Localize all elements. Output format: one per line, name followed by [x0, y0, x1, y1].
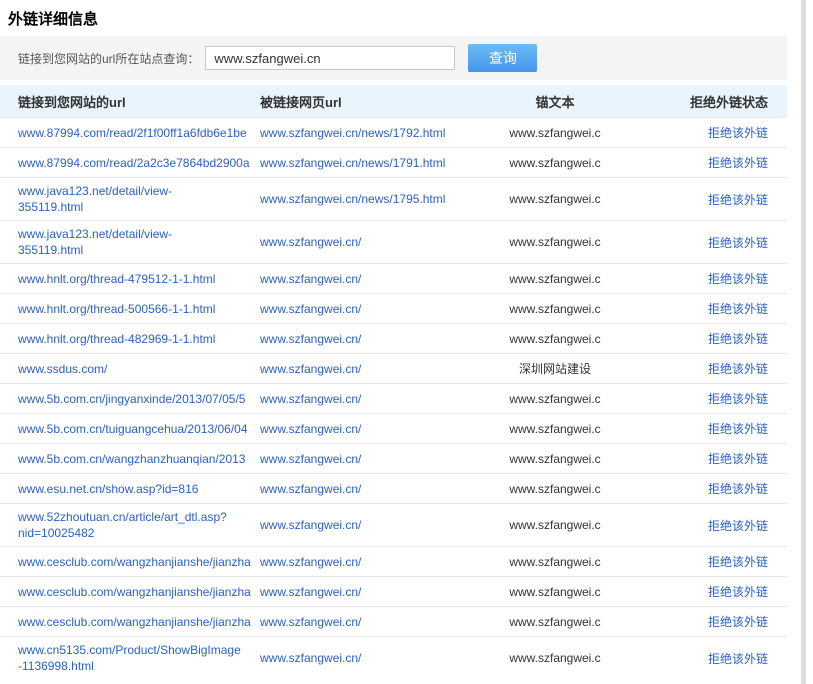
table-row: www.5b.com.cn/jingyanxinde/2013/07/05/5 …	[0, 383, 787, 413]
table-row: www.esu.net.cn/show.asp?id=816 www.szfan…	[0, 473, 787, 503]
target-url-link[interactable]: www.szfangwei.cn/	[260, 272, 361, 286]
reject-link[interactable]: 拒绝该外链	[708, 362, 768, 376]
source-url-link[interactable]: www.java123.net/detail/view- 355119.html	[18, 183, 250, 215]
anchor-text: www.szfangwei.c	[465, 327, 645, 351]
external-links-page: 外链详细信息 链接到您网站的url所在站点查询： 查询 链接到您网站的url 被…	[0, 0, 813, 684]
page-title: 外链详细信息	[0, 0, 787, 36]
table-row: www.java123.net/detail/view- 355119.html…	[0, 177, 787, 220]
table-row: www.hnlt.org/thread-479512-1-1.html www.…	[0, 263, 787, 293]
target-url-link[interactable]: www.szfangwei.cn/news/1791.html	[260, 156, 445, 170]
target-url-link[interactable]: www.szfangwei.cn/	[260, 585, 361, 599]
table-row: www.cesclub.com/wangzhanjianshe/jianzha …	[0, 576, 787, 606]
target-url-link[interactable]: www.szfangwei.cn/	[260, 302, 361, 316]
reject-link[interactable]: 拒绝该外链	[708, 652, 768, 666]
table-row: www.cesclub.com/wangzhanjianshe/jianzha …	[0, 606, 787, 636]
target-url-link[interactable]: www.szfangwei.cn/	[260, 422, 361, 436]
source-url-link[interactable]: www.5b.com.cn/jingyanxinde/2013/07/05/5	[18, 391, 250, 407]
table-row: www.java123.net/detail/view- 355119.html…	[0, 220, 787, 263]
source-url-link[interactable]: www.52zhoutuan.cn/article/art_dtl.asp? n…	[18, 509, 250, 541]
anchor-text: www.szfangwei.c	[465, 513, 645, 537]
source-url-link[interactable]: www.hnlt.org/thread-482969-1-1.html	[18, 331, 250, 347]
anchor-text: www.szfangwei.c	[465, 447, 645, 471]
anchor-text: www.szfangwei.c	[465, 230, 645, 254]
source-url-link[interactable]: www.87994.com/read/2f1f00ff1a6fdb6e1be	[18, 125, 250, 141]
anchor-text: www.szfangwei.c	[465, 610, 645, 634]
source-url-link[interactable]: www.java123.net/detail/view- 355119.html	[18, 226, 250, 258]
reject-link[interactable]: 拒绝该外链	[708, 332, 768, 346]
source-url-link[interactable]: www.cesclub.com/wangzhanjianshe/jianzha	[18, 614, 250, 630]
reject-link[interactable]: 拒绝该外链	[708, 452, 768, 466]
anchor-text: www.szfangwei.c	[465, 417, 645, 441]
reject-link[interactable]: 拒绝该外链	[708, 392, 768, 406]
table-row: www.cn5135.com/Product/ShowBigImage -113…	[0, 636, 787, 679]
target-url-link[interactable]: www.szfangwei.cn/	[260, 362, 361, 376]
target-url-link[interactable]: www.szfangwei.cn/	[260, 555, 361, 569]
reject-link[interactable]: 拒绝该外链	[708, 615, 768, 629]
table-row: www.87994.com/read/2a2c3e7864bd2900a www…	[0, 147, 787, 177]
anchor-text: www.szfangwei.c	[465, 151, 645, 175]
header-anchor-text: 锚文本	[465, 92, 645, 111]
reject-link[interactable]: 拒绝该外链	[708, 555, 768, 569]
target-url-link[interactable]: www.szfangwei.cn/	[260, 615, 361, 629]
header-target-url: 被链接网页url	[260, 92, 465, 111]
table-row: www.ssdus.com/ www.szfangwei.cn/ 深圳网站建设 …	[0, 353, 787, 383]
source-url-link[interactable]: www.87994.com/read/2a2c3e7864bd2900a	[18, 155, 250, 171]
table-header-row: 链接到您网站的url 被链接网页url 锚文本 拒绝外链状态	[0, 85, 787, 117]
site-query-input[interactable]	[205, 46, 455, 70]
reject-link[interactable]: 拒绝该外链	[708, 422, 768, 436]
reject-link[interactable]: 拒绝该外链	[708, 126, 768, 140]
source-url-link[interactable]: www.cn5135.com/Product/ShowBigImage -113…	[18, 642, 250, 674]
table-row: www.87994.com/read/2f1f00ff1a6fdb6e1be w…	[0, 117, 787, 147]
reject-link[interactable]: 拒绝该外链	[708, 519, 768, 533]
anchor-text: www.szfangwei.c	[465, 580, 645, 604]
anchor-text: www.szfangwei.c	[465, 187, 645, 211]
table-row: www.cesclub.com/wangzhanjianshe/jianzha …	[0, 546, 787, 576]
site-query-bar: 链接到您网站的url所在站点查询： 查询	[0, 36, 787, 80]
source-url-link[interactable]: www.cesclub.com/wangzhanjianshe/jianzha	[18, 554, 250, 570]
target-url-link[interactable]: www.szfangwei.cn/	[260, 332, 361, 346]
target-url-link[interactable]: www.szfangwei.cn/	[260, 235, 361, 249]
table-row: www.hnlt.org/thread-482969-1-1.html www.…	[0, 323, 787, 353]
target-url-link[interactable]: www.szfangwei.cn/news/1795.html	[260, 192, 445, 206]
source-url-link[interactable]: www.hnlt.org/thread-500566-1-1.html	[18, 301, 250, 317]
reject-link[interactable]: 拒绝该外链	[708, 585, 768, 599]
source-url-link[interactable]: www.esu.net.cn/show.asp?id=816	[18, 481, 250, 497]
target-url-link[interactable]: www.szfangwei.cn/	[260, 452, 361, 466]
site-query-label: 链接到您网站的url所在站点查询：	[18, 50, 199, 67]
target-url-link[interactable]: www.szfangwei.cn/news/1792.html	[260, 126, 445, 140]
table-row: www.5b.com.cn/tuiguangcehua/2013/06/04 w…	[0, 413, 787, 443]
reject-link[interactable]: 拒绝该外链	[708, 482, 768, 496]
vertical-scrollbar[interactable]	[801, 0, 806, 684]
anchor-text: www.szfangwei.c	[465, 297, 645, 321]
anchor-text: www.szfangwei.c	[465, 121, 645, 145]
reject-link[interactable]: 拒绝该外链	[708, 193, 768, 207]
anchor-text: www.szfangwei.c	[465, 387, 645, 411]
table-row: www.hnlt.org/thread-500566-1-1.html www.…	[0, 293, 787, 323]
external-links-table: 链接到您网站的url 被链接网页url 锚文本 拒绝外链状态 www.87994…	[0, 85, 787, 679]
header-source-url: 链接到您网站的url	[18, 92, 260, 111]
anchor-text: www.szfangwei.c	[465, 477, 645, 501]
target-url-link[interactable]: www.szfangwei.cn/	[260, 518, 361, 532]
source-url-link[interactable]: www.ssdus.com/	[18, 361, 250, 377]
source-url-link[interactable]: www.5b.com.cn/wangzhanzhuanqian/2013	[18, 451, 250, 467]
anchor-text: 深圳网站建设	[465, 355, 645, 382]
source-url-link[interactable]: www.hnlt.org/thread-479512-1-1.html	[18, 271, 250, 287]
anchor-text: www.szfangwei.c	[465, 646, 645, 670]
query-button[interactable]: 查询	[468, 44, 537, 72]
table-row: www.52zhoutuan.cn/article/art_dtl.asp? n…	[0, 503, 787, 546]
header-reject-status: 拒绝外链状态	[645, 92, 768, 111]
table-row: www.5b.com.cn/wangzhanzhuanqian/2013 www…	[0, 443, 787, 473]
source-url-link[interactable]: www.5b.com.cn/tuiguangcehua/2013/06/04	[18, 421, 250, 437]
table-body: www.87994.com/read/2f1f00ff1a6fdb6e1be w…	[0, 117, 787, 679]
anchor-text: www.szfangwei.c	[465, 550, 645, 574]
source-url-link[interactable]: www.cesclub.com/wangzhanjianshe/jianzha	[18, 584, 250, 600]
reject-link[interactable]: 拒绝该外链	[708, 156, 768, 170]
reject-link[interactable]: 拒绝该外链	[708, 302, 768, 316]
reject-link[interactable]: 拒绝该外链	[708, 236, 768, 250]
target-url-link[interactable]: www.szfangwei.cn/	[260, 482, 361, 496]
anchor-text: www.szfangwei.c	[465, 267, 645, 291]
target-url-link[interactable]: www.szfangwei.cn/	[260, 392, 361, 406]
target-url-link[interactable]: www.szfangwei.cn/	[260, 651, 361, 665]
reject-link[interactable]: 拒绝该外链	[708, 272, 768, 286]
